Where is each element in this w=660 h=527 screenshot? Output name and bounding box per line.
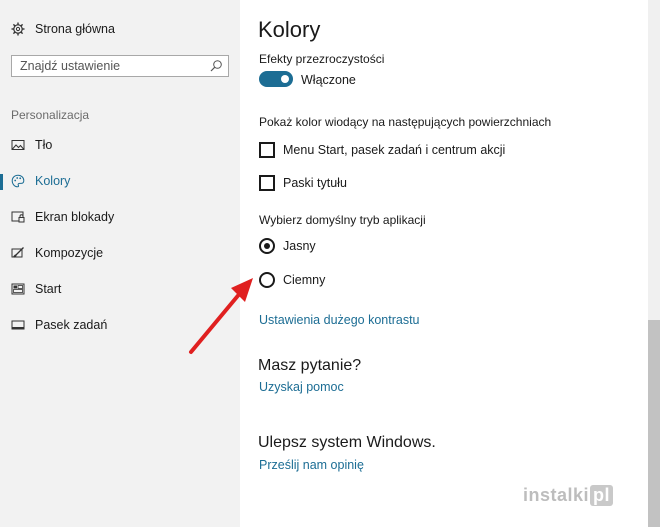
sidebar-item-label: Kolory [35, 174, 71, 188]
transparency-label: Efekty przezroczystości [259, 52, 385, 66]
red-arrow-icon [189, 278, 253, 354]
checkbox-title-bars[interactable]: Paski tytułu [259, 175, 347, 191]
sidebar-item-label: Tło [35, 138, 53, 152]
high-contrast-link[interactable]: Ustawienia dużego kontrastu [259, 313, 420, 327]
checkbox[interactable] [259, 142, 275, 158]
watermark: instalki pl [523, 482, 641, 508]
gear-icon [11, 22, 25, 36]
section-label: Personalizacja [11, 108, 90, 122]
sidebar-item-label: Start [35, 282, 62, 296]
scrollbar[interactable] [648, 0, 660, 527]
search-box[interactable] [11, 55, 229, 77]
main-content: Kolory Efekty przezroczystości Włączone … [258, 0, 648, 527]
transparency-toggle[interactable] [259, 71, 293, 87]
sidebar-item-label: Kompozycje [35, 246, 104, 260]
radio-light[interactable]: Jasny [259, 238, 316, 254]
improve-heading: Ulepsz system Windows. [258, 434, 436, 451]
toggle-knob [281, 75, 289, 83]
radio-label: Jasny [283, 239, 316, 253]
sidebar-item-ekran-blokady[interactable]: Ekran blokady [0, 202, 240, 232]
sidebar-item-tlo[interactable]: Tło [0, 130, 240, 160]
lock-screen-icon [11, 210, 25, 224]
page-title: Kolory [258, 17, 321, 42]
app-mode-label: Wybierz domyślny tryb aplikacji [259, 213, 426, 227]
surfaces-label: Pokaż kolor wiodący na następujących pow… [259, 115, 552, 129]
watermark-text: instalki [523, 484, 590, 505]
help-link[interactable]: Uzyskaj pomoc [259, 380, 344, 394]
search-input[interactable] [12, 56, 210, 76]
question-heading: Masz pytanie? [258, 357, 362, 374]
taskbar-icon [11, 318, 25, 332]
home-nav-item[interactable]: Strona główna [11, 22, 115, 36]
sidebar-item-kolory[interactable]: Kolory [0, 166, 240, 196]
search-icon[interactable] [209, 59, 223, 73]
checkbox-label: Paski tytułu [283, 176, 347, 190]
scrollbar-thumb[interactable] [648, 320, 660, 527]
radio-dot [264, 243, 270, 249]
sidebar-item-kompozycje[interactable]: Kompozycje [0, 238, 240, 268]
active-indicator [0, 174, 3, 190]
picture-icon [11, 138, 25, 152]
start-icon [11, 282, 25, 296]
sidebar-item-label: Pasek zadań [35, 318, 108, 332]
checkbox-start-taskbar[interactable]: Menu Start, pasek zadań i centrum akcji [259, 142, 505, 158]
radio-button[interactable] [259, 272, 275, 288]
watermark-badge: pl [590, 484, 614, 506]
palette-icon [11, 174, 25, 188]
home-label: Strona główna [35, 22, 115, 36]
radio-dark[interactable]: Ciemny [259, 272, 325, 288]
themes-icon [11, 246, 25, 260]
checkbox[interactable] [259, 175, 275, 191]
radio-label: Ciemny [283, 273, 326, 287]
feedback-link[interactable]: Prześlij nam opinię [259, 458, 364, 472]
transparency-toggle-text: Włączone [301, 73, 356, 87]
sidebar: Strona główna Personalizacja Tło Kolory … [0, 0, 240, 527]
checkbox-label: Menu Start, pasek zadań i centrum akcji [283, 143, 506, 157]
radio-button[interactable] [259, 238, 275, 254]
sidebar-item-label: Ekran blokady [35, 210, 115, 224]
